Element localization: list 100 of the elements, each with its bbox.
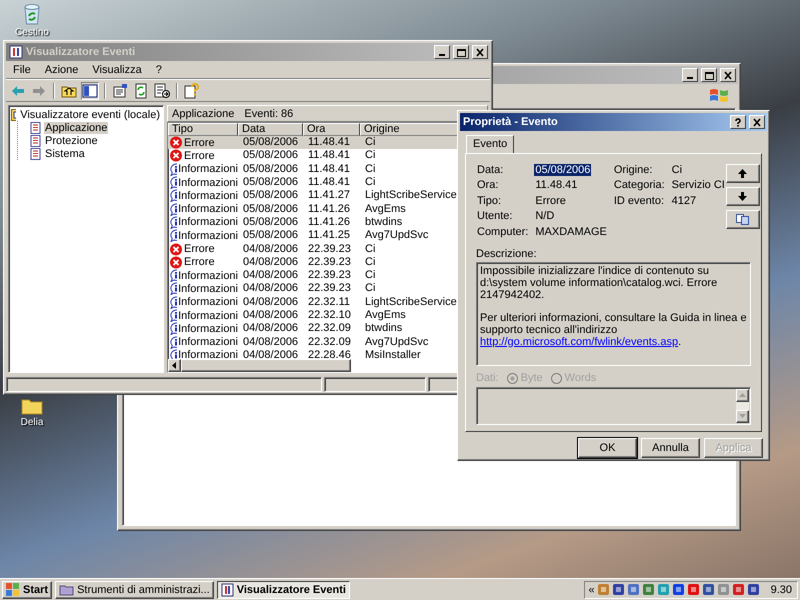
arrow-down-icon	[738, 192, 748, 201]
description-label: Descrizione:	[476, 248, 538, 261]
event-row[interactable]: Informazioni 04/08/2006 22.32.09 btwdins	[168, 322, 460, 336]
radio-icon[interactable]	[550, 372, 562, 384]
windows-flag-icon	[708, 87, 730, 103]
table-cell: Informazioni	[177, 270, 238, 282]
close-button[interactable]	[720, 68, 736, 82]
menu-item[interactable]: ?	[150, 63, 167, 77]
event-row[interactable]: Informazioni 04/08/2006 22.39.23 Ci	[168, 282, 460, 296]
event-row[interactable]: Informazioni 04/08/2006 22.32.11 LightScribeService	[168, 296, 460, 309]
event-row[interactable]: Informazioni 04/08/2006 22.39.23 Ci	[168, 268, 460, 282]
maximize-button[interactable]	[453, 45, 469, 59]
caret-left-icon[interactable]	[172, 362, 177, 369]
tree-item[interactable]: Applicazione	[44, 122, 108, 134]
tray-icon[interactable]	[732, 583, 745, 596]
table-cell-text: 22.32.09	[307, 336, 352, 349]
close-icon	[723, 70, 733, 80]
column-header[interactable]: Origine	[360, 123, 460, 136]
table-cell-text: 05/08/2006	[242, 176, 300, 190]
tray-icon[interactable]	[686, 583, 700, 596]
maximize-button[interactable]	[701, 68, 717, 82]
table-cell-text: 11.48.41	[307, 162, 352, 176]
maximize-icon	[704, 70, 714, 80]
minimize-button[interactable]	[682, 68, 698, 82]
tab[interactable]: Evento	[466, 135, 514, 153]
horizontal-scrollbar[interactable]	[168, 359, 351, 372]
radio-icon[interactable]	[506, 372, 518, 384]
table-cell-text: 22.32.09	[307, 322, 352, 336]
field-label: Categoria:	[612, 179, 666, 192]
event-row[interactable]: Informazioni 05/08/2006 11.48.41 Ci	[168, 162, 460, 176]
tray-icon[interactable]	[612, 583, 625, 596]
event-row[interactable]: Informazioni 05/08/2006 11.48.41 Ci	[168, 176, 460, 190]
tray-icon[interactable]	[642, 583, 655, 596]
event-row[interactable]: Informazioni 05/08/2006 11.41.26 AvgEms	[168, 202, 460, 216]
start-button[interactable]: Start	[2, 580, 52, 598]
event-row[interactable]: Informazioni 05/08/2006 11.41.25 Avg7UpdSvc	[168, 229, 460, 242]
table-cell-text: btwdins	[364, 216, 404, 229]
dialog-button[interactable]: Annulla	[641, 438, 700, 458]
menu-item[interactable]: Azione	[40, 63, 84, 77]
event-row[interactable]: Errore 04/08/2006 22.39.23 Ci	[168, 242, 460, 256]
field-value: 4127	[670, 194, 698, 207]
properties-button[interactable]	[111, 82, 129, 100]
table-cell: Errore	[183, 136, 215, 149]
tray-icon[interactable]	[746, 583, 760, 596]
event-viewer-icon	[9, 45, 23, 59]
table-cell: Informazioni	[177, 163, 238, 176]
dialog-button[interactable]: OK	[578, 438, 637, 458]
event-row[interactable]: Informazioni 05/08/2006 11.41.27 LightScribeService	[168, 189, 460, 202]
table-cell-text: 22.39.23	[307, 242, 352, 256]
table-cell: Informazioni	[177, 349, 238, 362]
previous-button[interactable]	[726, 164, 760, 183]
taskbar-button[interactable]: Visualizzatore Eventi	[216, 580, 350, 598]
event-row[interactable]: Informazioni 05/08/2006 11.41.26 btwdins	[168, 216, 460, 230]
tree-item[interactable]: Sistema	[44, 148, 86, 160]
panes-button[interactable]	[81, 82, 99, 100]
table-cell-text: 22.28.46	[307, 348, 352, 362]
folder-icon[interactable]	[21, 397, 43, 415]
desktop-icon-label[interactable]: Delia	[20, 417, 44, 428]
close-button[interactable]	[472, 45, 488, 59]
help-link[interactable]: http://go.microsoft.com/fwlink/events.asp	[480, 336, 678, 348]
minimize-button[interactable]	[434, 45, 450, 59]
table-cell-text: 04/08/2006	[242, 256, 300, 269]
export-list-button[interactable]	[153, 82, 171, 100]
tray-icon[interactable]	[672, 583, 685, 596]
tray-icon[interactable]	[626, 583, 640, 596]
table-cell-text: 11.48.41	[307, 149, 352, 162]
event-row[interactable]: Informazioni 04/08/2006 22.32.09 Avg7UpdSvc	[168, 335, 460, 349]
minimize-icon	[687, 77, 693, 79]
table-cell-text: Ci	[364, 242, 376, 256]
taskbar-button[interactable]: Strumenti di amministrazi...	[55, 580, 214, 598]
log-icon	[30, 148, 41, 160]
tree-item[interactable]: Visualizzatore eventi (locale)	[19, 108, 161, 120]
close-button[interactable]	[749, 115, 765, 129]
close-icon	[475, 48, 485, 56]
recycle-bin-icon[interactable]	[22, 3, 42, 25]
next-button[interactable]	[726, 187, 760, 206]
event-row[interactable]: Errore 05/08/2006 11.48.41 Ci	[168, 136, 460, 150]
menu-item[interactable]: File	[8, 63, 36, 77]
description-paragraph: Impossibile inizializzare l'indice di contenuto su d:\system volume information\catalog.wci. Errore 2147942402.	[480, 264, 718, 301]
column-header[interactable]: Data	[238, 123, 303, 136]
log-icon	[30, 122, 41, 134]
table-cell: Informazioni	[177, 310, 238, 322]
copy-icon	[736, 214, 750, 225]
column-header[interactable]: Tipo	[168, 123, 238, 136]
event-row[interactable]: Errore 04/08/2006 22.39.23 Ci	[168, 256, 460, 269]
tray-chevron[interactable]: «	[588, 584, 595, 596]
column-header[interactable]: Ora	[303, 123, 360, 136]
event-row[interactable]: Errore 05/08/2006 11.48.41 Ci	[168, 149, 460, 163]
tree-item[interactable]: Protezione	[44, 134, 99, 146]
help-button[interactable]	[183, 82, 201, 100]
table-cell: Informazioni	[177, 216, 238, 228]
help-button[interactable]	[730, 115, 746, 129]
table-cell-text: 04/08/2006	[242, 269, 300, 282]
table-cell-text: 04/08/2006	[242, 322, 300, 336]
event-row[interactable]: Informazioni 04/08/2006 22.32.10 AvgEms	[168, 308, 460, 322]
table-cell: Informazioni	[177, 230, 238, 242]
tray-icon[interactable]	[702, 583, 715, 596]
menu-item[interactable]: Visualizza	[87, 63, 147, 77]
copy-button[interactable]	[726, 210, 760, 229]
table-cell: Informazioni	[177, 322, 238, 335]
